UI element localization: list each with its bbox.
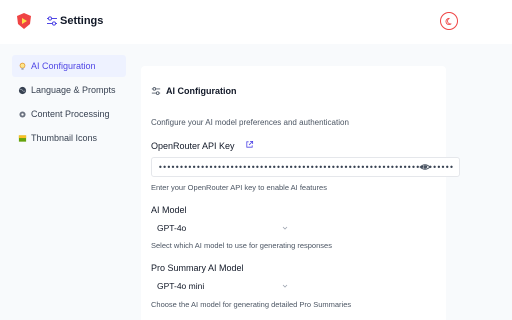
lightbulb-icon: [17, 61, 27, 71]
page-title: Settings: [60, 15, 104, 27]
ai-model-help: Select which AI model to use for generat…: [151, 241, 332, 250]
sidebar-item-ai-configuration[interactable]: AI Configuration: [12, 55, 126, 77]
pro-model-label: Pro Summary AI Model: [151, 263, 244, 273]
card-header: AI Configuration: [151, 86, 237, 96]
api-key-help: Enter your OpenRouter API key to enable …: [151, 183, 327, 192]
settings-card: AI Configuration Configure your AI model…: [141, 66, 460, 320]
card-title: AI Configuration: [166, 86, 237, 96]
sidebar-item-label: Language & Prompts: [31, 85, 116, 95]
external-link-icon[interactable]: [245, 140, 254, 149]
moon-icon: [445, 17, 452, 25]
sidebar-item-label: AI Configuration: [31, 61, 96, 71]
image-icon: [17, 133, 27, 143]
eye-icon[interactable]: [419, 161, 431, 173]
pro-model-select[interactable]: GPT-4o mini: [151, 278, 289, 294]
card-description: Configure your AI model preferences and …: [151, 118, 349, 127]
theme-toggle-button[interactable]: [440, 12, 458, 30]
globe-icon: [17, 85, 27, 95]
header: Settings: [0, 0, 512, 44]
shield-play-logo: [17, 13, 31, 29]
chevron-down-icon: [282, 226, 288, 230]
sidebar-item-language-prompts[interactable]: Language & Prompts: [12, 79, 126, 101]
sidebar-item-label: Content Processing: [31, 109, 110, 119]
sliders-icon: [47, 16, 57, 26]
sidebar-item-label: Thumbnail Icons: [31, 133, 98, 143]
ai-model-value: GPT-4o: [157, 223, 187, 233]
gear-icon: [17, 109, 27, 119]
ai-model-select[interactable]: GPT-4o: [151, 220, 289, 236]
api-key-label: OpenRouter API Key: [151, 141, 235, 151]
pro-model-value: GPT-4o mini: [157, 281, 205, 291]
api-key-value: ••••••••••••••••••••••••••••••••••••••••…: [158, 162, 454, 172]
sidebar: AI Configuration Language & Prompts Cont…: [12, 55, 126, 151]
pro-model-help: Choose the AI model for generating detai…: [151, 300, 352, 309]
sidebar-item-content-processing[interactable]: Content Processing: [12, 103, 126, 125]
sidebar-item-thumbnail-icons[interactable]: Thumbnail Icons: [12, 127, 126, 149]
ai-model-label: AI Model: [151, 205, 187, 215]
sliders-icon: [151, 87, 161, 95]
chevron-down-icon: [282, 284, 288, 288]
api-key-input[interactable]: ••••••••••••••••••••••••••••••••••••••••…: [151, 157, 460, 177]
